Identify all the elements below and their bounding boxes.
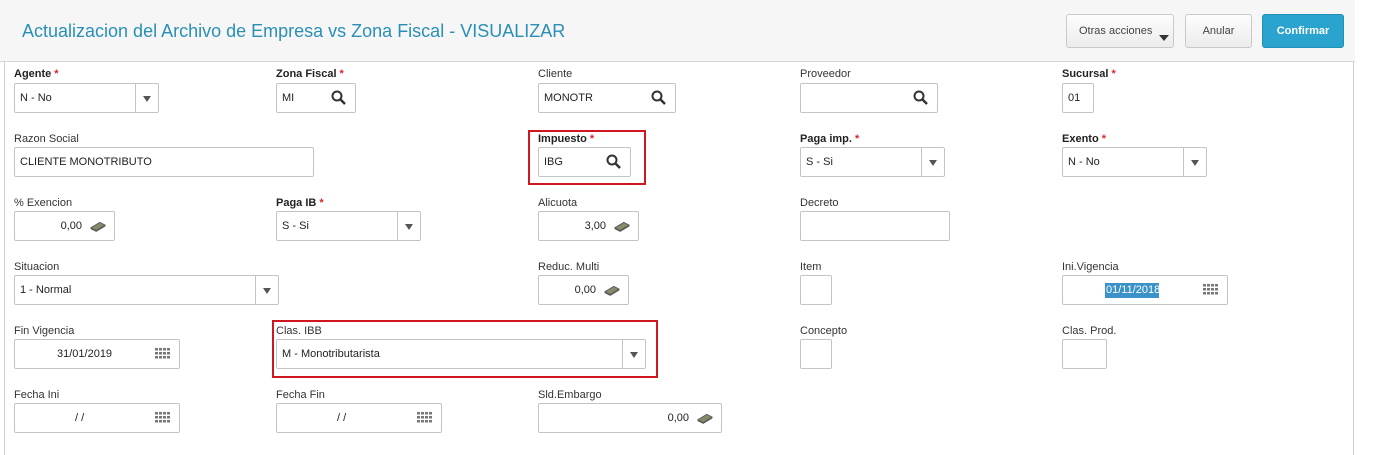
proveedor-field[interactable] <box>800 83 938 113</box>
decreto-field[interactable] <box>800 211 950 241</box>
agente-value: N - No <box>20 92 52 104</box>
sucursal-field[interactable]: 01 <box>1062 83 1094 113</box>
situacion-label: Situacion <box>14 261 60 273</box>
sld-embargo-value: 0,00 <box>667 412 689 424</box>
ini-vigencia-field[interactable]: 01/11/2018 <box>1062 275 1228 305</box>
concepto-label: Concepto <box>800 325 848 337</box>
exento-label: Exento * <box>1062 133 1106 145</box>
agente-select[interactable]: N - No <box>14 83 159 113</box>
search-icon[interactable] <box>650 89 668 107</box>
sld-embargo-field[interactable]: 0,00 <box>538 403 722 433</box>
impuesto-field[interactable]: IBG <box>538 147 631 177</box>
cliente-field[interactable]: MONOTR <box>538 83 676 113</box>
fecha-fin-value: / / <box>337 412 347 424</box>
calendar-icon[interactable] <box>154 409 172 427</box>
sld-embargo-label: Sld.Embargo <box>538 389 602 401</box>
clas-prod-field[interactable] <box>1062 339 1107 369</box>
paga-imp-value: S - Si <box>806 156 833 168</box>
fin-vigencia-field[interactable]: 31/01/2019 <box>14 339 180 369</box>
alicuota-value: 3,00 <box>584 220 606 232</box>
zona-fiscal-label: Zona Fiscal * <box>276 68 344 80</box>
razon-social-field[interactable]: CLIENTE MONOTRIBUTO <box>14 147 314 177</box>
situacion-value: 1 - Normal <box>20 284 72 296</box>
proveedor-label: Proveedor <box>800 68 851 80</box>
form-border-left <box>4 62 5 455</box>
anular-button[interactable]: Anular <box>1185 14 1252 48</box>
fecha-ini-value: / / <box>75 412 85 424</box>
calendar-icon[interactable] <box>416 409 434 427</box>
alicuota-field[interactable]: 3,00 <box>538 211 639 241</box>
clas-ibb-label: Clas. IBB <box>276 325 322 337</box>
dropdown-arrow-icon[interactable] <box>135 84 158 112</box>
calendar-icon[interactable] <box>154 345 172 363</box>
fin-vigencia-label: Fin Vigencia <box>14 325 75 337</box>
fecha-ini-label: Fecha Ini <box>14 389 60 401</box>
pct-exencion-value: 0,00 <box>60 220 82 232</box>
dropdown-arrow-icon[interactable] <box>921 148 944 176</box>
ini-vigencia-value: 01/11/2018 <box>1105 283 1161 298</box>
otras-acciones-label: Otras acciones <box>1079 25 1153 37</box>
pct-exencion-field[interactable]: 0,00 <box>14 211 115 241</box>
confirmar-button[interactable]: Confirmar <box>1262 14 1344 48</box>
money-icon[interactable] <box>696 409 714 427</box>
item-field[interactable] <box>800 275 832 305</box>
search-icon[interactable] <box>605 153 623 171</box>
paga-imp-select[interactable]: S - Si <box>800 147 945 177</box>
paga-ib-label: Paga IB * <box>276 197 324 209</box>
situacion-select[interactable]: 1 - Normal <box>14 275 279 305</box>
impuesto-label: Impuesto * <box>538 133 595 145</box>
item-label: Item <box>800 261 822 273</box>
dropdown-arrow-icon[interactable] <box>255 276 278 304</box>
fecha-ini-field[interactable]: / / <box>14 403 180 433</box>
razon-social-label: Razon Social <box>14 133 79 145</box>
dropdown-arrow-icon[interactable] <box>1183 148 1206 176</box>
search-icon[interactable] <box>330 89 348 107</box>
dropdown-arrow-icon[interactable] <box>397 212 420 240</box>
zona-fiscal-field[interactable]: MI <box>276 83 356 113</box>
exento-value: N - No <box>1068 156 1100 168</box>
fecha-fin-field[interactable]: / / <box>276 403 442 433</box>
paga-imp-label: Paga imp. * <box>800 133 860 145</box>
clas-prod-label: Clas. Prod. <box>1062 325 1117 337</box>
ini-vigencia-label: Ini.Vigencia <box>1062 261 1119 273</box>
exento-select[interactable]: N - No <box>1062 147 1207 177</box>
fin-vigencia-value: 31/01/2019 <box>57 348 113 360</box>
page-title: Actualizacion del Archivo de Empresa vs … <box>22 21 566 41</box>
sucursal-label: Sucursal * <box>1062 68 1116 80</box>
reduc-multi-value: 0,00 <box>574 284 596 296</box>
form-border-right <box>1353 62 1354 455</box>
alicuota-label: Alicuota <box>538 197 578 209</box>
reduc-multi-field[interactable]: 0,00 <box>538 275 629 305</box>
zona-fiscal-value: MI <box>282 92 295 104</box>
dropdown-arrow-icon[interactable] <box>622 340 645 368</box>
agente-label: Agente * <box>14 68 59 80</box>
search-icon[interactable] <box>912 89 930 107</box>
cliente-value: MONOTR <box>544 92 593 104</box>
paga-ib-select[interactable]: S - Si <box>276 211 421 241</box>
clas-ibb-select[interactable]: M - Monotributarista <box>276 339 646 369</box>
concepto-field[interactable] <box>800 339 832 369</box>
razon-social-value: CLIENTE MONOTRIBUTO <box>20 156 152 168</box>
money-icon[interactable] <box>613 217 631 235</box>
sucursal-value: 01 <box>1068 92 1081 104</box>
paga-ib-value: S - Si <box>282 220 309 232</box>
fecha-fin-label: Fecha Fin <box>276 389 325 401</box>
decreto-label: Decreto <box>800 197 839 209</box>
caret-down-icon <box>1159 35 1169 41</box>
reduc-multi-label: Reduc. Multi <box>538 261 600 273</box>
money-icon[interactable] <box>603 281 621 299</box>
money-icon[interactable] <box>89 217 107 235</box>
impuesto-value: IBG <box>544 156 563 168</box>
otras-acciones-button[interactable]: Otras acciones <box>1066 14 1174 48</box>
pct-exencion-label: % Exencion <box>14 197 73 209</box>
page-header: Actualizacion del Archivo de Empresa vs … <box>0 0 1355 62</box>
clas-ibb-value: M - Monotributarista <box>282 348 380 360</box>
calendar-icon[interactable] <box>1202 281 1220 299</box>
cliente-label: Cliente <box>538 68 573 80</box>
